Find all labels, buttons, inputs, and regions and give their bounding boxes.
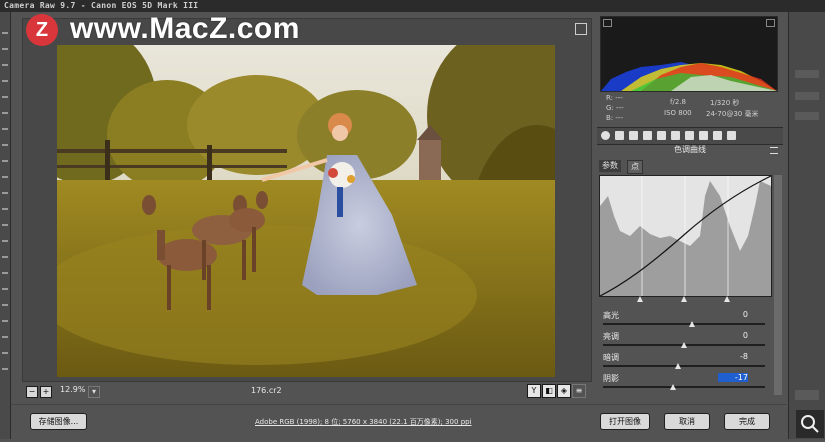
zoom-level[interactable]: 12.9% bbox=[60, 385, 85, 394]
histogram bbox=[600, 16, 778, 92]
readout-b: B: --- bbox=[606, 114, 623, 122]
photoshop-panels bbox=[788, 12, 825, 439]
readout-g: G: --- bbox=[606, 104, 624, 112]
zoom-plus-icon[interactable]: + bbox=[40, 386, 52, 398]
preview-toolbar: − + 12.9% ▾ 176.cr2 Y ◧ ◈ ≡ bbox=[22, 383, 590, 400]
slider-value[interactable]: -17 bbox=[718, 373, 748, 382]
presets-tab-icon[interactable] bbox=[713, 131, 722, 140]
tone-curve-graph[interactable] bbox=[599, 175, 772, 297]
slider-label: 亮调 bbox=[603, 332, 619, 341]
slider-label: 高光 bbox=[603, 311, 619, 320]
slider-thumb[interactable] bbox=[674, 363, 681, 369]
panel-menu-icon[interactable] bbox=[770, 147, 778, 154]
slider-thumb[interactable] bbox=[681, 342, 687, 348]
detail-tab-icon[interactable] bbox=[629, 131, 638, 140]
slider-value[interactable]: 0 bbox=[718, 331, 748, 340]
curve-subtabs: 参数 点 bbox=[597, 159, 777, 174]
slider-label: 阴影 bbox=[603, 374, 619, 383]
swap-icon[interactable]: ◧ bbox=[542, 384, 556, 398]
readout-r: R: --- bbox=[606, 94, 623, 102]
hsl-tab-icon[interactable] bbox=[643, 131, 652, 140]
slider-thumb[interactable] bbox=[669, 384, 676, 390]
snapshots-tab-icon[interactable] bbox=[727, 131, 736, 140]
chevron-down-icon[interactable]: ▾ bbox=[88, 386, 100, 398]
zoom-minus-icon[interactable]: − bbox=[26, 386, 38, 398]
split-toning-tab-icon[interactable] bbox=[657, 131, 666, 140]
workflow-options-link[interactable]: Adobe RGB (1998); 8 位; 5760 x 3840 (22.1… bbox=[255, 417, 472, 427]
copy-settings-icon[interactable]: ◈ bbox=[557, 384, 571, 398]
tone-curve-tab-icon[interactable] bbox=[615, 131, 624, 140]
open-image-button[interactable]: 打开图像 bbox=[600, 413, 650, 430]
camera-calibration-tab-icon[interactable] bbox=[699, 131, 708, 140]
save-image-button[interactable]: 存储图像... bbox=[30, 413, 87, 430]
tab-point[interactable]: 点 bbox=[627, 160, 643, 174]
watermark: Z www.MacZ.com bbox=[26, 10, 366, 50]
lens-value: 24-70@30 毫米 bbox=[706, 110, 759, 118]
lens-tab-icon[interactable] bbox=[671, 131, 680, 140]
shutter-value: 1/320 秒 bbox=[710, 99, 740, 107]
panel-title: 色调曲线 bbox=[674, 145, 706, 154]
slider-label: 暗调 bbox=[603, 353, 619, 362]
compare-y-icon[interactable]: Y bbox=[527, 384, 541, 398]
photoshop-toolbar bbox=[0, 12, 11, 439]
basic-tab-icon[interactable] bbox=[601, 131, 610, 140]
fullscreen-icon[interactable] bbox=[575, 23, 587, 35]
watermark-logo: Z bbox=[26, 14, 58, 46]
slider-thumb[interactable] bbox=[689, 321, 696, 327]
file-name: 176.cr2 bbox=[251, 386, 282, 395]
tab-parametric[interactable]: 参数 bbox=[599, 160, 621, 172]
aperture-value: f/2.8 bbox=[670, 98, 686, 106]
sliders-icon[interactable]: ≡ bbox=[572, 384, 586, 398]
watermark-text: www.MacZ.com bbox=[70, 12, 300, 45]
preview-image[interactable] bbox=[57, 45, 555, 377]
panel-tabs bbox=[597, 127, 783, 145]
panel-scrollbar[interactable] bbox=[774, 175, 782, 395]
iso-value: ISO 800 bbox=[664, 109, 692, 117]
photo-illustration bbox=[57, 45, 555, 377]
done-button[interactable]: 完成 bbox=[724, 413, 770, 430]
cancel-button[interactable]: 取消 bbox=[664, 413, 710, 430]
fx-tab-icon[interactable] bbox=[685, 131, 694, 140]
search-icon[interactable] bbox=[796, 410, 824, 438]
curve-split-handles[interactable] bbox=[599, 296, 770, 304]
slider-value[interactable]: -8 bbox=[718, 352, 748, 361]
slider-value[interactable]: 0 bbox=[718, 310, 748, 319]
camera-readout: R: --- G: --- B: --- f/2.8 1/320 秒 ISO 8… bbox=[600, 92, 776, 124]
